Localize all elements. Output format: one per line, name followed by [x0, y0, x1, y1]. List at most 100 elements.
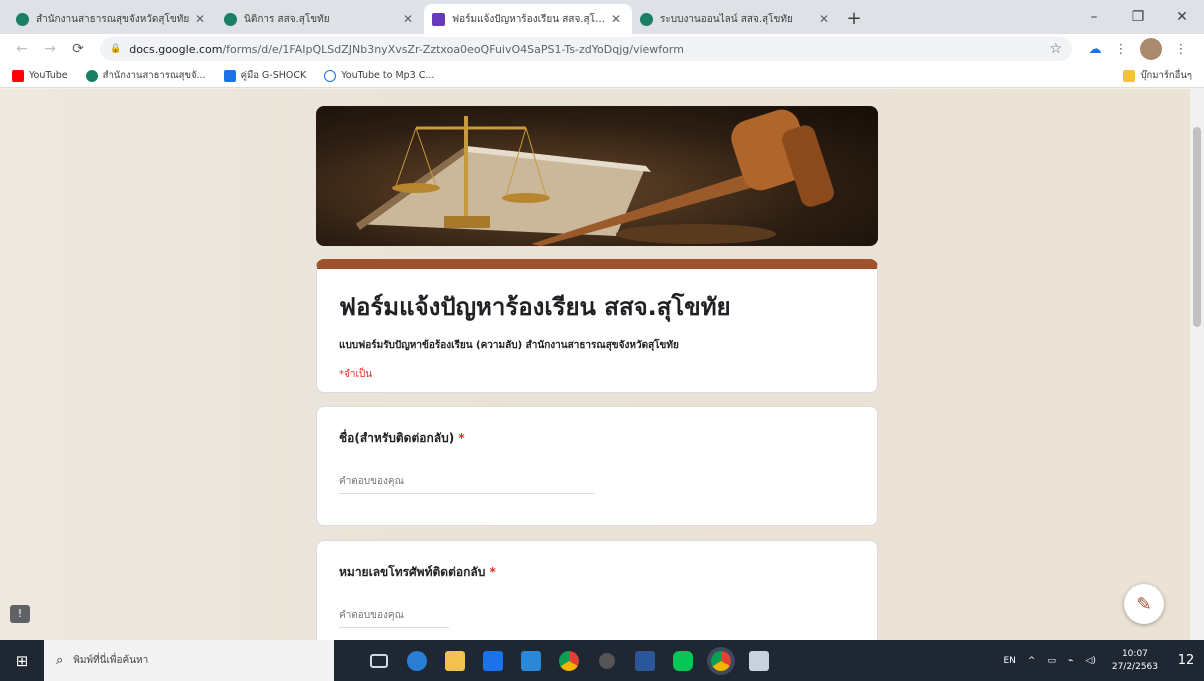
- browser-tab-active[interactable]: ฟอร์มแจ้งปัญหาร้องเรียน สสจ.สุโขทัย ✕: [424, 4, 632, 34]
- site-icon: [85, 69, 98, 82]
- bookmark-gshock[interactable]: คู่มือ G-SHOCK: [223, 68, 307, 83]
- tab-close-icon[interactable]: ✕: [400, 12, 416, 26]
- form-page: ฟอร์มแจ้งปัญหาร้องเรียน สสจ.สุโขทัย แบบฟ…: [0, 89, 1190, 640]
- browser-tab-strip: สำนักงานสาธารณสุขจังหวัดสุโขทัย ✕ นิติกา…: [0, 0, 1204, 34]
- cloud-icon: [324, 69, 337, 82]
- volume-icon[interactable]: ◁): [1085, 656, 1095, 666]
- page-scrollbar[interactable]: [1190, 89, 1204, 640]
- bookmark-youtube-mp3[interactable]: YouTube to Mp3 C...: [324, 69, 435, 82]
- question-label: ชื่อ(สำหรับติดต่อกลับ) *: [339, 429, 855, 448]
- other-bookmarks-label: บุ๊กมาร์กอื่นๆ: [1140, 70, 1192, 81]
- document-app-icon[interactable]: [740, 640, 778, 681]
- system-tray: EN ^ ▭ ⌁ ◁) 10:07 27/2/2563 12: [998, 640, 1204, 681]
- tab-title: นิติการ สสจ.สุโขทัย: [244, 13, 330, 25]
- window-controls: – ❐ ✕: [1072, 0, 1204, 34]
- gavel-and-scales-image: [356, 109, 834, 246]
- url-path: /forms/d/e/1FAIpQLSdZJNb3nyXvsZr-Zztxoa0…: [222, 42, 684, 56]
- browser-tab[interactable]: นิติการ สสจ.สุโขทัย ✕: [216, 4, 424, 34]
- browser-toolbar: ← → ⟳ 🔒 docs.google.com/forms/d/e/1FAIpQ…: [0, 34, 1204, 64]
- tab-close-icon[interactable]: ✕: [608, 12, 624, 26]
- taskbar-search-box[interactable]: ⌕ พิมพ์ที่นี่เพื่อค้นหา: [44, 640, 334, 681]
- close-window-icon[interactable]: ✕: [1160, 0, 1204, 34]
- tab-title: สำนักงานสาธารณสุขจังหวัดสุโขทัย: [36, 13, 190, 25]
- lock-icon: 🔒: [110, 44, 122, 54]
- phone-input[interactable]: [339, 610, 449, 628]
- battery-icon[interactable]: ▭: [1047, 656, 1056, 666]
- header-banner-image: [316, 106, 878, 246]
- question-card-phone: หมายเลขโทรศัพท์ติดต่อกลับ *: [316, 540, 878, 640]
- line-icon[interactable]: [664, 640, 702, 681]
- clock-date: 27/2/2563: [1111, 661, 1158, 672]
- browser-tab[interactable]: ระบบงานออนไลน์ สสจ.สุโขทัย ✕: [632, 4, 840, 34]
- mail-icon[interactable]: [512, 640, 550, 681]
- notification-center-icon[interactable]: 12: [1168, 640, 1204, 681]
- form-title-card: ฟอร์มแจ้งปัญหาร้องเรียน สสจ.สุโขทัย แบบฟ…: [316, 259, 878, 393]
- new-tab-button[interactable]: +: [840, 4, 868, 34]
- taskbar-search-placeholder: พิมพ์ที่นี่เพื่อค้นหา: [73, 655, 149, 666]
- required-asterisk: *: [458, 431, 465, 445]
- bookmark-provincial-office[interactable]: สำนักงานสาธารณสุขจั...: [85, 68, 206, 83]
- task-view-icon[interactable]: [360, 640, 398, 681]
- bookmark-label: YouTube to Mp3 C...: [341, 70, 435, 81]
- bookmark-youtube[interactable]: YouTube: [12, 69, 68, 82]
- question-label: หมายเลขโทรศัพท์ติดต่อกลับ *: [339, 563, 855, 582]
- url-domain: docs.google.com: [129, 42, 223, 56]
- chrome-active-icon[interactable]: [702, 640, 740, 681]
- edit-pencil-icon[interactable]: ✎: [1124, 584, 1164, 624]
- report-issue-icon[interactable]: !: [10, 605, 30, 623]
- chrome-icon[interactable]: [550, 640, 588, 681]
- google-forms-favicon-icon: [432, 12, 445, 26]
- question-text: ชื่อ(สำหรับติดต่อกลับ): [339, 431, 455, 445]
- required-note: *จำเป็น: [339, 369, 373, 380]
- chevron-up-icon[interactable]: ^: [1028, 656, 1036, 666]
- tab-title: ระบบงานออนไลน์ สสจ.สุโขทัย: [660, 13, 793, 25]
- bookmark-icon: [223, 69, 236, 82]
- windows-start-icon[interactable]: ⊞: [0, 640, 44, 681]
- scrollbar-thumb[interactable]: [1193, 127, 1201, 327]
- search-icon: ⌕: [56, 653, 64, 668]
- reload-icon[interactable]: ⟳: [66, 41, 90, 57]
- divider-icon: ⋮: [1114, 41, 1128, 57]
- minimize-icon[interactable]: –: [1072, 0, 1116, 34]
- name-input[interactable]: [339, 476, 595, 494]
- clock-time: 10:07: [1121, 648, 1148, 659]
- onedrive-extension-icon[interactable]: ☁: [1082, 42, 1108, 57]
- pinned-apps: [360, 640, 778, 681]
- back-arrow-icon[interactable]: ←: [10, 41, 34, 57]
- form-title: ฟอร์มแจ้งปัญหาร้องเรียน สสจ.สุโขทัย: [339, 293, 731, 321]
- question-card-name: ชื่อ(สำหรับติดต่อกลับ) *: [316, 406, 878, 526]
- address-bar[interactable]: 🔒 docs.google.com/forms/d/e/1FAIpQLSdZJN…: [100, 37, 1072, 61]
- windows-taskbar: ⊞ ⌕ พิมพ์ที่นี่เพื่อค้นหา EN ^ ▭ ⌁ ◁) 10…: [0, 640, 1204, 681]
- photos-icon[interactable]: [588, 640, 626, 681]
- bookmark-star-icon[interactable]: ☆: [1049, 41, 1062, 57]
- question-text: หมายเลขโทรศัพท์ติดต่อกลับ: [339, 565, 486, 579]
- required-asterisk: *: [489, 565, 496, 579]
- folder-icon: [1123, 69, 1136, 82]
- profile-avatar[interactable]: [1140, 38, 1162, 60]
- store-icon[interactable]: [474, 640, 512, 681]
- youtube-icon: [12, 69, 24, 82]
- tab-close-icon[interactable]: ✕: [816, 12, 832, 26]
- browser-tab[interactable]: สำนักงานสาธารณสุขจังหวัดสุโขทัย ✕: [8, 4, 216, 34]
- bookmark-label: สำนักงานสาธารณสุขจั...: [102, 70, 206, 81]
- language-indicator[interactable]: EN: [1004, 656, 1016, 666]
- tab-close-icon[interactable]: ✕: [192, 12, 208, 26]
- clock[interactable]: 10:07 27/2/2563: [1112, 648, 1158, 674]
- file-explorer-icon[interactable]: [436, 640, 474, 681]
- bookmark-label: YouTube: [29, 70, 68, 81]
- site-favicon-icon: [224, 12, 237, 26]
- word-icon[interactable]: [626, 640, 664, 681]
- other-bookmarks[interactable]: บุ๊กมาร์กอื่นๆ: [1123, 68, 1192, 83]
- browser-menu-icon[interactable]: ⋮: [1168, 42, 1194, 57]
- notification-count: 12: [1177, 653, 1195, 668]
- site-favicon-icon: [16, 12, 29, 26]
- site-favicon-icon: [640, 12, 653, 26]
- edge-icon[interactable]: [398, 640, 436, 681]
- tab-title: ฟอร์มแจ้งปัญหาร้องเรียน สสจ.สุโขทัย: [452, 13, 608, 25]
- bookmarks-bar: YouTube สำนักงานสาธารณสุขจั... คู่มือ G-…: [0, 64, 1204, 88]
- network-icon[interactable]: ⌁: [1068, 656, 1073, 666]
- forward-arrow-icon[interactable]: →: [38, 41, 62, 57]
- restore-icon[interactable]: ❐: [1116, 0, 1160, 34]
- form-description: แบบฟอร์มรับปัญหาข้อร้องเรียน (ความลับ) ส…: [339, 340, 679, 351]
- bookmark-label: คู่มือ G-SHOCK: [240, 70, 307, 81]
